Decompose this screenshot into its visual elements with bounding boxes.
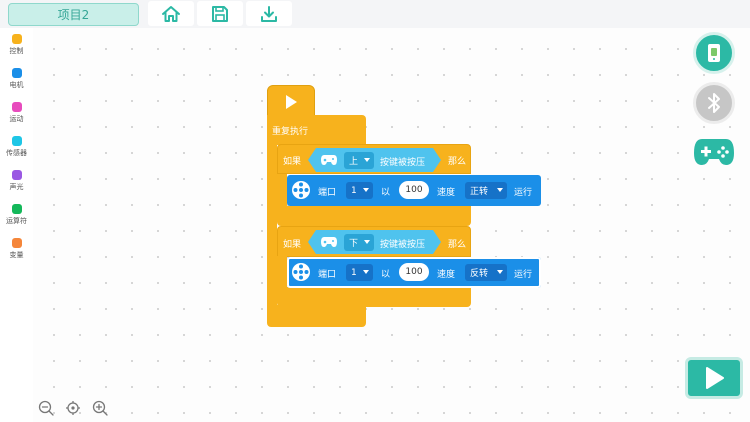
category-label: 运动: [9, 115, 24, 123]
port-value: 1: [351, 267, 357, 278]
zoom-out-button[interactable]: [37, 399, 55, 417]
bluetooth-button[interactable]: [693, 82, 735, 124]
category-sidebar: 控制 电机 运动 传感器 声光 运算符 变量: [0, 28, 33, 422]
port-value: 1: [351, 185, 357, 196]
device-icon: [708, 44, 720, 62]
pressed-label: 按键被按压: [380, 158, 426, 168]
category-control[interactable]: 控制: [0, 34, 33, 56]
run-label: 运行: [514, 270, 533, 280]
category-motor-swatch: [11, 68, 22, 78]
if-block[interactable]: 如果 下 按键被按压 那么: [277, 226, 471, 257]
key-dropdown[interactable]: 下: [344, 234, 374, 251]
key-value: 上: [349, 157, 359, 167]
bluetooth-icon: [708, 93, 720, 113]
project-name: 项目2: [57, 8, 90, 22]
category-control-swatch: [11, 34, 22, 44]
port-dropdown[interactable]: 1: [346, 264, 373, 281]
recenter-button[interactable]: [64, 399, 82, 417]
direction-dropdown[interactable]: 反转: [465, 264, 507, 281]
run-label: 运行: [514, 188, 533, 198]
forever-arm: [267, 143, 277, 315]
forever-bottom: [267, 305, 366, 327]
category-sensor[interactable]: 传感器: [0, 136, 33, 158]
forever-block[interactable]: 重复执行: [267, 115, 366, 145]
forever-label: 重复执行: [272, 127, 309, 137]
play-flag-icon: [286, 95, 297, 109]
category-motion[interactable]: 运动: [0, 102, 33, 124]
category-sound-light-swatch: [11, 170, 22, 180]
pressed-label: 按键被按压: [380, 240, 426, 250]
device-button[interactable]: [693, 32, 735, 74]
category-label: 传感器: [6, 149, 27, 157]
direction-value: 反转: [470, 269, 489, 279]
then-label: 那么: [448, 157, 467, 167]
then-label: 那么: [448, 240, 467, 250]
download-icon: [261, 5, 277, 22]
with-label: 以: [381, 188, 391, 198]
with-label: 以: [381, 270, 391, 280]
motor-wheel-icon: [292, 263, 310, 281]
category-operators[interactable]: 运算符: [0, 204, 33, 226]
play-icon: [706, 367, 724, 389]
speed-value: 100: [405, 185, 423, 195]
category-variables[interactable]: 变量: [0, 238, 33, 260]
home-button[interactable]: [148, 1, 194, 26]
gamepad-icon: [694, 139, 734, 165]
zoom-in-button[interactable]: [91, 399, 109, 417]
gamepad-button[interactable]: [692, 132, 736, 168]
gamepad-icon: [320, 236, 338, 248]
key-pressed-condition[interactable]: 上 按键被按压: [308, 148, 441, 172]
motor-wheel-icon: [292, 181, 310, 199]
port-label: 端口: [318, 270, 337, 280]
direction-value: 正转: [470, 187, 489, 197]
save-button[interactable]: [197, 1, 243, 26]
motor-run-block[interactable]: 端口 1 以 100 速度 正转 运行: [287, 175, 541, 206]
speed-label: 速度: [437, 270, 456, 280]
motor-run-block[interactable]: 端口 1 以 100 速度 反转 运行: [287, 257, 541, 288]
if-bottom: [277, 206, 471, 226]
project-name-tab[interactable]: 项目2: [8, 3, 139, 26]
if-label: 如果: [283, 240, 302, 250]
chevron-down-icon: [363, 188, 369, 192]
key-dropdown[interactable]: 上: [344, 152, 374, 169]
category-operators-swatch: [11, 204, 22, 214]
key-pressed-condition[interactable]: 下 按键被按压: [308, 230, 441, 254]
chevron-down-icon: [497, 270, 503, 274]
category-label: 控制: [9, 47, 24, 55]
category-sound-light[interactable]: 声光: [0, 170, 33, 192]
category-label: 运算符: [6, 217, 27, 225]
run-button[interactable]: [685, 357, 743, 399]
speed-input[interactable]: 100: [399, 181, 429, 199]
top-bar: 项目2: [0, 0, 750, 28]
category-motion-swatch: [11, 102, 22, 112]
key-value: 下: [349, 239, 359, 249]
direction-dropdown[interactable]: 正转: [465, 182, 507, 199]
category-variables-swatch: [11, 238, 22, 248]
category-motor[interactable]: 电机: [0, 68, 33, 90]
download-button[interactable]: [246, 1, 292, 26]
speed-input[interactable]: 100: [399, 263, 429, 281]
chevron-down-icon: [364, 158, 370, 162]
category-label: 变量: [9, 251, 24, 259]
zoom-in-icon: [92, 400, 108, 416]
gamepad-icon: [320, 154, 338, 166]
speed-label: 速度: [437, 188, 456, 198]
port-label: 端口: [318, 188, 337, 198]
if-bottom: [277, 287, 471, 307]
chevron-down-icon: [497, 188, 503, 192]
category-label: 声光: [9, 183, 24, 191]
chevron-down-icon: [364, 240, 370, 244]
category-label: 电机: [9, 81, 24, 89]
category-sensor-swatch: [11, 136, 22, 146]
home-icon: [162, 5, 180, 22]
speed-value: 100: [405, 267, 423, 277]
port-dropdown[interactable]: 1: [346, 182, 373, 199]
recenter-icon: [66, 401, 80, 415]
if-label: 如果: [283, 157, 302, 167]
start-hat-block[interactable]: [267, 85, 315, 117]
zoom-out-icon: [38, 400, 54, 416]
chevron-down-icon: [363, 270, 369, 274]
save-icon: [212, 5, 228, 22]
if-block[interactable]: 如果 上 按键被按压 那么: [277, 144, 471, 174]
